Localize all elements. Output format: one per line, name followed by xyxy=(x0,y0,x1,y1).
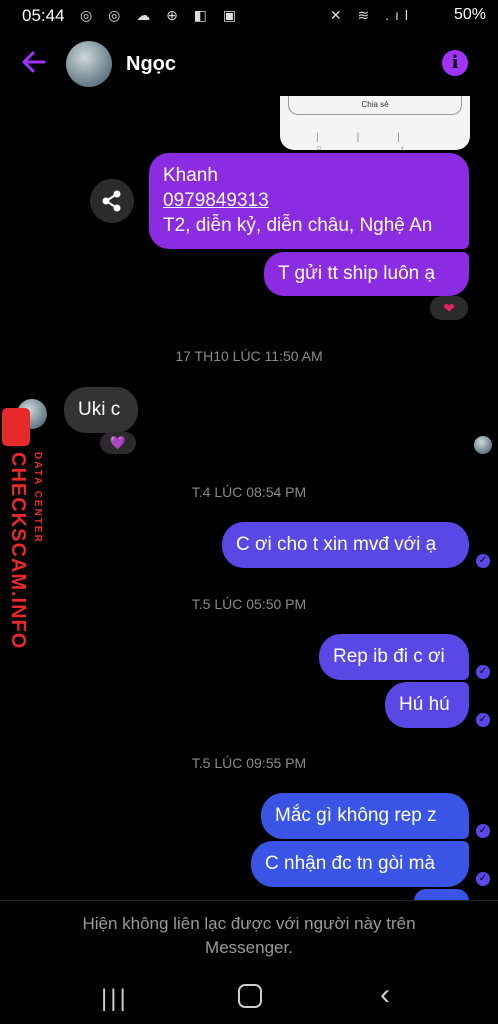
delivered-check-icon: ✓ xyxy=(476,554,490,568)
unavailable-notice: Hiện không liên lạc được với người này t… xyxy=(82,914,416,957)
delivered-check-icon: ✓ xyxy=(476,713,490,727)
message-bubble[interactable]: T gửi tt ship luôn ạ xyxy=(264,252,469,296)
lock-watermark-icon xyxy=(2,408,30,446)
seen-avatar xyxy=(474,436,492,454)
info-icon[interactable]: i xyxy=(442,50,468,76)
message-bubble[interactable]: Rep ib đi c ơi xyxy=(319,634,469,680)
delivered-check-icon: ✓ xyxy=(476,824,490,838)
received-message-bubble[interactable]: Uki c xyxy=(64,387,138,433)
share-icon xyxy=(102,190,121,212)
phone-link[interactable]: 0979849313 xyxy=(163,188,455,213)
preview-navbar: ||| ○ ‹ xyxy=(316,132,443,154)
delivered-check-icon: ✓ xyxy=(476,665,490,679)
back-arrow-icon[interactable] xyxy=(20,48,48,76)
signal-icons: ✕ ≋ .ıl xyxy=(329,7,414,23)
watermark: CHECKSCAM.INFO DATA CENTER xyxy=(6,452,43,652)
notification-icons: ◎ ◎ ☁ ⊕ ◧ ▣ xyxy=(80,7,243,23)
watermark-main-text: CHECKSCAM.INFO xyxy=(7,452,29,650)
status-bar xyxy=(0,0,498,30)
timestamp: T.5 LÚC 09:55 PM xyxy=(191,755,307,771)
preview-share-button: Chia sẻ xyxy=(288,96,462,115)
message-text: T2, diễn kỷ, diễn châu, Nghệ An xyxy=(163,215,433,236)
contact-avatar[interactable] xyxy=(66,41,112,87)
message-bubble[interactable]: Mắc gì không rep z xyxy=(261,793,469,839)
message-bubble[interactable]: C ơi cho t xin mvđ với ạ xyxy=(222,522,469,568)
contact-name[interactable]: Ngọc xyxy=(126,53,176,76)
timestamp: T.5 LÚC 05:50 PM xyxy=(191,596,307,612)
message-text: Khanh xyxy=(163,165,218,186)
home-icon[interactable] xyxy=(238,984,262,1008)
timestamp: T.4 LÚC 08:54 PM xyxy=(191,484,307,500)
delivered-check-icon: ✓ xyxy=(476,872,490,886)
timestamp: 17 TH10 LÚC 11:50 AM xyxy=(175,348,323,364)
status-time: 05:44 xyxy=(22,6,65,25)
message-bubble[interactable]: Hú hú xyxy=(385,682,469,728)
message-bubble[interactable]: C nhận đc tn gòi mà xyxy=(251,841,469,887)
message-bubble-address[interactable]: Khanh 0979849313 T2, diễn kỷ, diễn châu,… xyxy=(149,153,469,249)
share-button[interactable] xyxy=(90,179,134,223)
purple-heart-reaction-icon[interactable]: 💜 xyxy=(100,432,136,454)
heart-reaction-icon[interactable]: ❤ xyxy=(430,296,468,320)
battery-level: 50% xyxy=(453,6,486,23)
watermark-sub-text: DATA CENTER xyxy=(32,452,43,544)
recent-apps-icon[interactable]: ||| xyxy=(101,985,129,1013)
back-nav-icon[interactable]: ‹ xyxy=(380,978,390,1012)
